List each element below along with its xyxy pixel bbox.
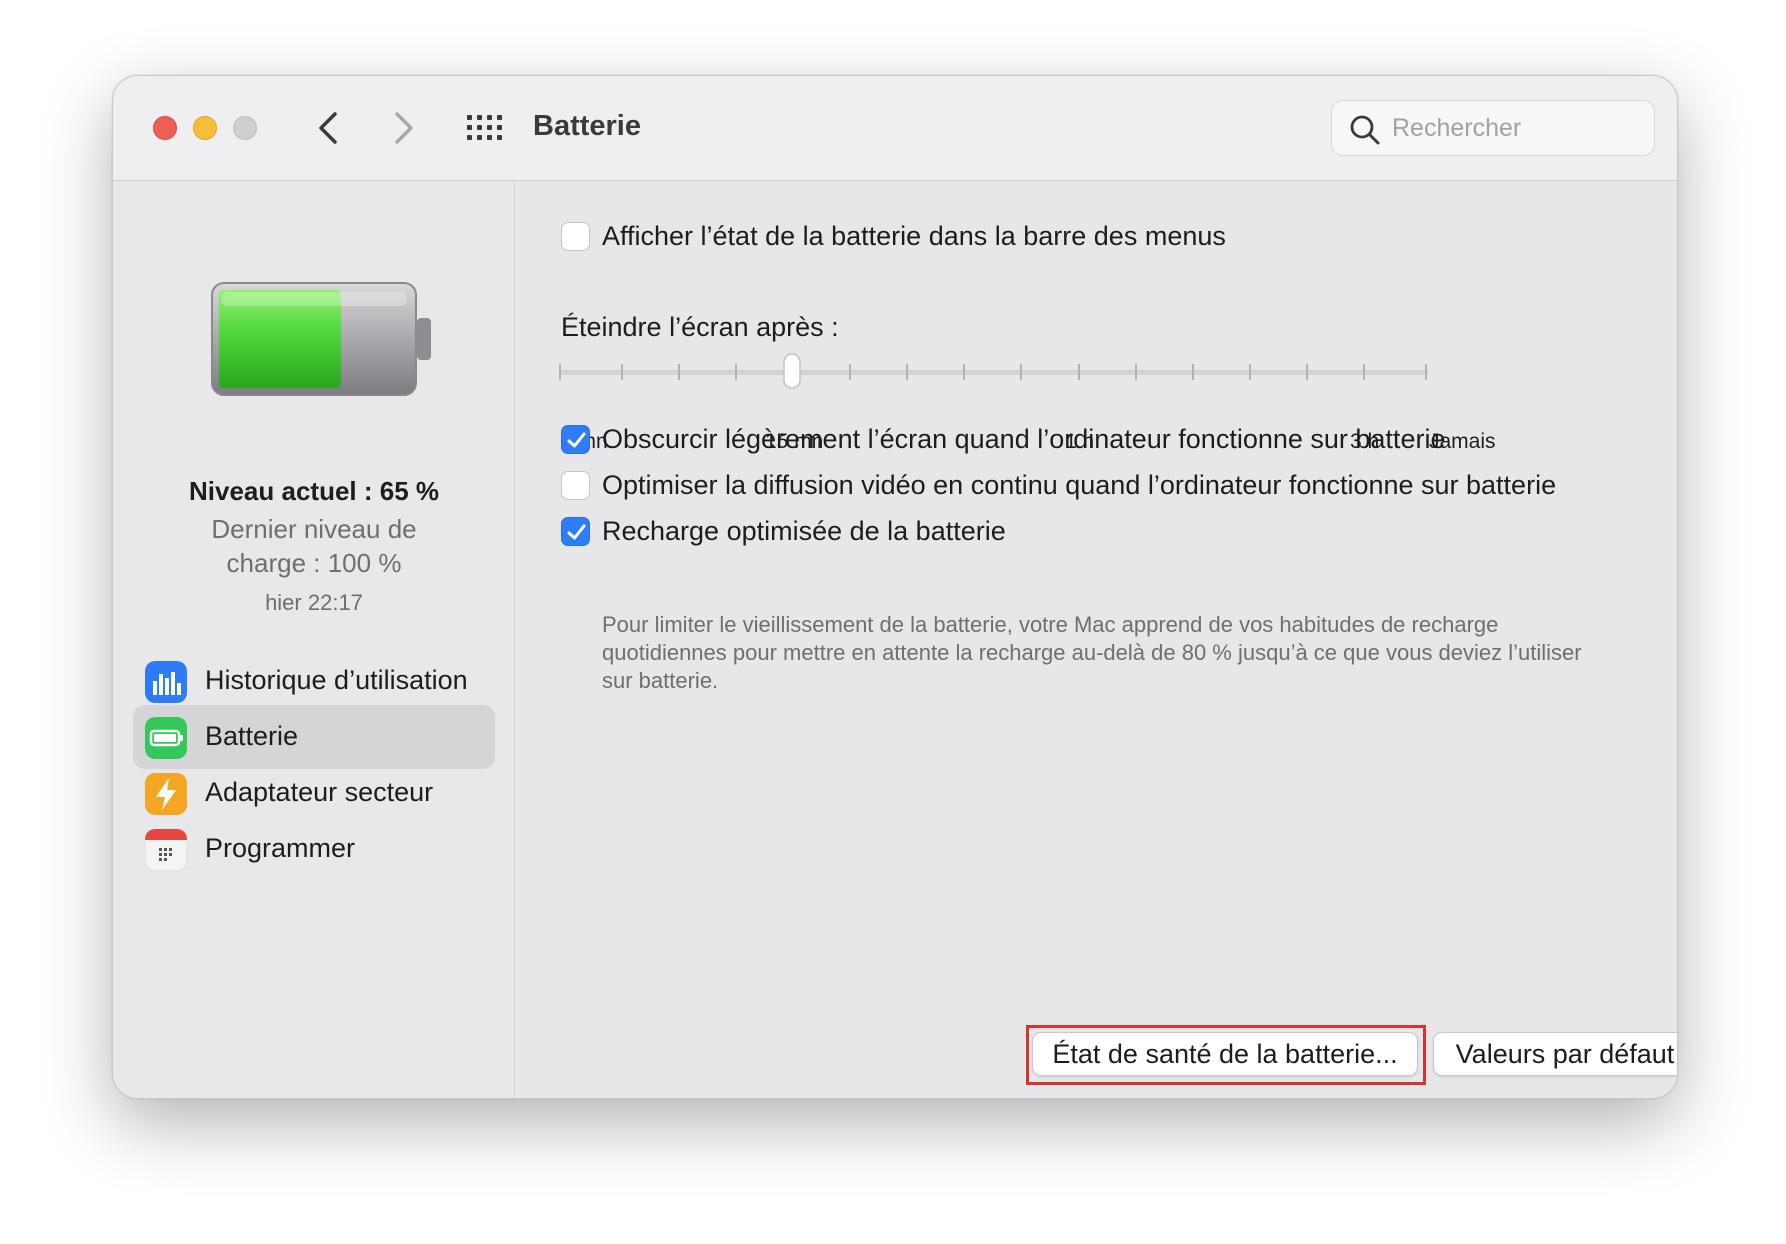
forward-button[interactable] bbox=[385, 108, 421, 148]
sidebar-item-battery[interactable]: Batterie bbox=[133, 705, 495, 769]
close-window-button[interactable] bbox=[153, 116, 177, 140]
sidebar: Niveau actuel : 65 % Dernier niveau de c… bbox=[113, 182, 515, 1098]
checkbox-label: Afficher l’état de la batterie dans la b… bbox=[602, 221, 1226, 251]
search-input[interactable] bbox=[1392, 109, 1642, 147]
sidebar-item-label: Adaptateur secteur bbox=[205, 777, 434, 807]
dim-display-checkbox[interactable] bbox=[561, 425, 590, 454]
search-field[interactable] bbox=[1331, 100, 1655, 156]
checkmark-icon bbox=[567, 432, 586, 448]
show-all-button[interactable] bbox=[465, 113, 505, 143]
optimized-charging-checkbox[interactable] bbox=[561, 517, 590, 546]
slider-thumb[interactable] bbox=[783, 353, 801, 389]
back-button[interactable] bbox=[311, 108, 347, 148]
last-charge-text: Dernier niveau de charge : 100 % bbox=[211, 514, 417, 578]
current-level-text: Niveau actuel : 65 % bbox=[189, 476, 439, 506]
checkbox-label: Optimiser la diffusion vidéo en continu … bbox=[602, 470, 1557, 500]
battery-health-button[interactable]: État de santé de la batterie... bbox=[1032, 1032, 1418, 1076]
display-sleep-label: Éteindre l’écran après : bbox=[561, 312, 839, 342]
grid-icon bbox=[467, 115, 502, 140]
checkbox-label: Obscurcir légèrement l’écran quand l’ord… bbox=[602, 424, 1446, 454]
display-sleep-slider[interactable] bbox=[558, 350, 1558, 390]
optimize-video-checkbox[interactable] bbox=[561, 471, 590, 500]
chevron-right-icon bbox=[395, 112, 413, 144]
zoom-window-button[interactable] bbox=[233, 116, 257, 140]
checkmark-icon bbox=[567, 524, 586, 540]
sidebar-item-label: Historique d’utilisation bbox=[205, 665, 468, 695]
sidebar-item-usage-history[interactable]: Historique d’utilisation bbox=[133, 649, 495, 713]
sidebar-item-power-adapter[interactable]: Adaptateur secteur bbox=[133, 761, 495, 825]
show-in-menu-bar-checkbox[interactable] bbox=[561, 222, 590, 251]
calendar-icon bbox=[145, 829, 187, 871]
sidebar-item-label: Batterie bbox=[205, 721, 299, 751]
sidebar-item-label: Programmer bbox=[205, 833, 356, 863]
bar-chart-icon bbox=[145, 661, 187, 703]
battery-settings-pane: Afficher l’état de la batterie dans la b… bbox=[516, 182, 1677, 1098]
search-icon bbox=[1350, 115, 1380, 145]
title-bar: Batterie bbox=[113, 76, 1677, 181]
restore-defaults-button[interactable]: Valeurs par défaut bbox=[1433, 1032, 1677, 1076]
optimized-charging-description: Pour limiter le vieillissement de la bat… bbox=[602, 612, 1582, 693]
minimize-window-button[interactable] bbox=[193, 116, 217, 140]
battery-icon bbox=[145, 717, 187, 759]
battery-level-graphic bbox=[211, 282, 431, 396]
bolt-icon bbox=[145, 773, 187, 815]
window-title: Batterie bbox=[533, 110, 641, 142]
settings-window: Batterie Rechercher Niveau actuel: 65 %… bbox=[112, 75, 1678, 1099]
sidebar-item-schedule[interactable]: Programmer bbox=[133, 817, 495, 881]
checkbox-label: Recharge optimisée de la batterie bbox=[602, 516, 1006, 546]
last-charge-time: hier 22:17 bbox=[265, 590, 363, 615]
chevron-left-icon bbox=[319, 112, 337, 144]
